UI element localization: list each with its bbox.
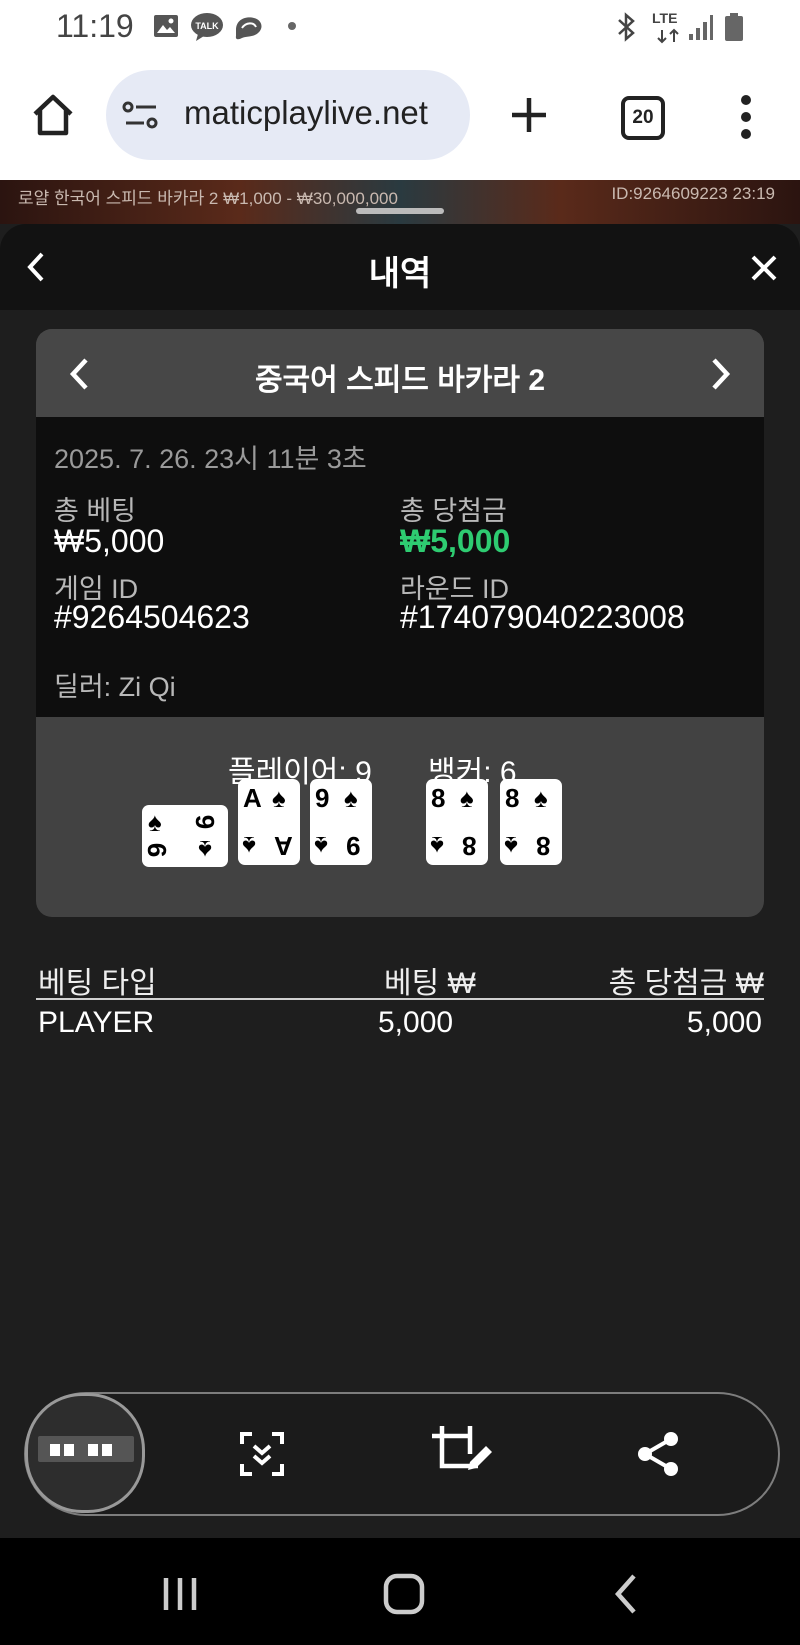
card-suit: ♠ bbox=[148, 807, 162, 837]
sheet-header: 내역 bbox=[0, 224, 800, 310]
status-bar: 11:19 TALK LTE bbox=[0, 0, 800, 56]
card-suit: ♠ bbox=[534, 783, 548, 813]
column-bet-amount: 베팅 ₩ bbox=[384, 967, 476, 1000]
lte-icon bbox=[657, 28, 679, 44]
round-details: 2025. 7. 26. 23시 11분 3초 총 베팅 ₩5,000 총 당첨… bbox=[36, 417, 764, 717]
card-rank: 9 bbox=[346, 831, 361, 861]
card-suit: ♠ bbox=[198, 835, 212, 865]
back-button-icon[interactable] bbox=[612, 1572, 642, 1616]
card-rank: 8 bbox=[431, 783, 446, 813]
banker-card-1: 8 ♠ ♠ 8 bbox=[426, 779, 488, 865]
url-text[interactable]: maticplaylive.net bbox=[184, 94, 428, 132]
home-button-icon[interactable] bbox=[382, 1572, 426, 1616]
card-rank: A bbox=[243, 783, 262, 813]
svg-text:TALK: TALK bbox=[195, 21, 219, 31]
card-suit: ♠ bbox=[314, 831, 328, 861]
crop-edit-icon[interactable] bbox=[430, 1424, 494, 1480]
round-id-value: #174079040223008 bbox=[400, 599, 685, 635]
battery-icon bbox=[725, 13, 743, 41]
kakaotalk-icon: TALK bbox=[191, 13, 223, 41]
card-suit: ♠ bbox=[272, 783, 286, 813]
bluetooth-icon bbox=[618, 12, 635, 42]
card-rank: 8 bbox=[536, 831, 551, 861]
more-menu-icon[interactable] bbox=[736, 92, 756, 142]
share-icon[interactable] bbox=[636, 1430, 680, 1478]
new-tab-icon[interactable] bbox=[508, 94, 550, 136]
game-id-value: #9264504623 bbox=[54, 599, 250, 635]
round-card-header: 중국어 스피드 바카라 2 bbox=[36, 329, 764, 417]
network-type: LTE bbox=[652, 10, 678, 26]
tab-count-button[interactable]: 20 bbox=[621, 96, 665, 140]
status-time: 11:19 bbox=[56, 8, 134, 44]
card-suit: ♠ bbox=[504, 831, 518, 861]
bet-amount-cell: 5,000 bbox=[378, 1006, 454, 1039]
scroll-capture-icon[interactable] bbox=[238, 1430, 286, 1478]
round-datetime: 2025. 7. 26. 23시 11분 3초 bbox=[54, 444, 367, 474]
total-bet-value: ₩5,000 bbox=[54, 523, 165, 559]
column-total-win: 총 당첨금 ₩ bbox=[608, 967, 764, 1000]
win-amount-cell: 5,000 bbox=[686, 1006, 762, 1039]
navigation-bar bbox=[0, 1538, 800, 1645]
browser-toolbar: maticplaylive.net 20 bbox=[0, 56, 800, 180]
card-suit: ♠ bbox=[344, 783, 358, 813]
sheet-title: 내역 bbox=[368, 255, 432, 293]
banker-card-2: 8 ♠ ♠ 8 bbox=[500, 779, 562, 865]
history-sheet: 내역 중국어 스피드 바카라 2 2025. 7. 26. 23시 11분 3초… bbox=[0, 224, 800, 1538]
dot-icon bbox=[288, 22, 296, 30]
card-suit: ♠ bbox=[242, 831, 256, 861]
bet-type-cell: PLAYER bbox=[38, 1006, 155, 1039]
signal-icon bbox=[689, 15, 713, 40]
card-rank: 9 bbox=[190, 814, 221, 830]
card-suit: ♠ bbox=[460, 783, 474, 813]
screenshot-toolbar bbox=[24, 1392, 780, 1516]
gallery-icon bbox=[154, 15, 178, 37]
home-icon[interactable] bbox=[30, 92, 76, 138]
session-info: ID:9264609223 23:19 bbox=[611, 184, 775, 203]
card-rank: 8 bbox=[505, 783, 520, 813]
card-rank: 9 bbox=[142, 842, 173, 858]
player-card-2: A ♠ ♠ A bbox=[238, 779, 300, 865]
dealer-name: 딜러: Zi Qi bbox=[54, 672, 176, 702]
thread-icon bbox=[235, 17, 262, 40]
card-rank: A bbox=[274, 831, 293, 861]
close-icon[interactable] bbox=[750, 254, 778, 282]
player-card-3: 9 ♠ ♠ 9 bbox=[310, 779, 372, 865]
column-bet-type: 베팅 타입 bbox=[38, 967, 157, 1000]
card-rank: 8 bbox=[462, 831, 477, 861]
round-detail-card: 중국어 스피드 바카라 2 2025. 7. 26. 23시 11분 3초 총 … bbox=[36, 329, 764, 917]
game-background-strip: 로얄 한국어 스피드 바카라 2 ₩1,000 - ₩30,000,000 ID… bbox=[0, 180, 800, 224]
card-rank: 9 bbox=[315, 783, 330, 813]
card-suit: ♠ bbox=[430, 831, 444, 861]
table-info: 로얄 한국어 스피드 바카라 2 ₩1,000 - ₩30,000,000 bbox=[18, 189, 398, 208]
sheet-drag-handle[interactable] bbox=[356, 208, 444, 214]
player-card-1: ♠ 9 9 ♠ bbox=[142, 805, 228, 867]
total-win-value: ₩5,000 bbox=[400, 523, 511, 559]
game-name: 중국어 스피드 바카라 2 bbox=[254, 364, 546, 397]
site-settings-icon[interactable] bbox=[122, 98, 160, 132]
recent-apps-icon[interactable] bbox=[160, 1574, 200, 1614]
screenshot-thumbnail[interactable] bbox=[25, 1393, 145, 1513]
table-divider bbox=[36, 998, 764, 1000]
next-round-icon[interactable] bbox=[708, 355, 734, 393]
url-bar[interactable]: maticplaylive.net bbox=[106, 70, 470, 160]
